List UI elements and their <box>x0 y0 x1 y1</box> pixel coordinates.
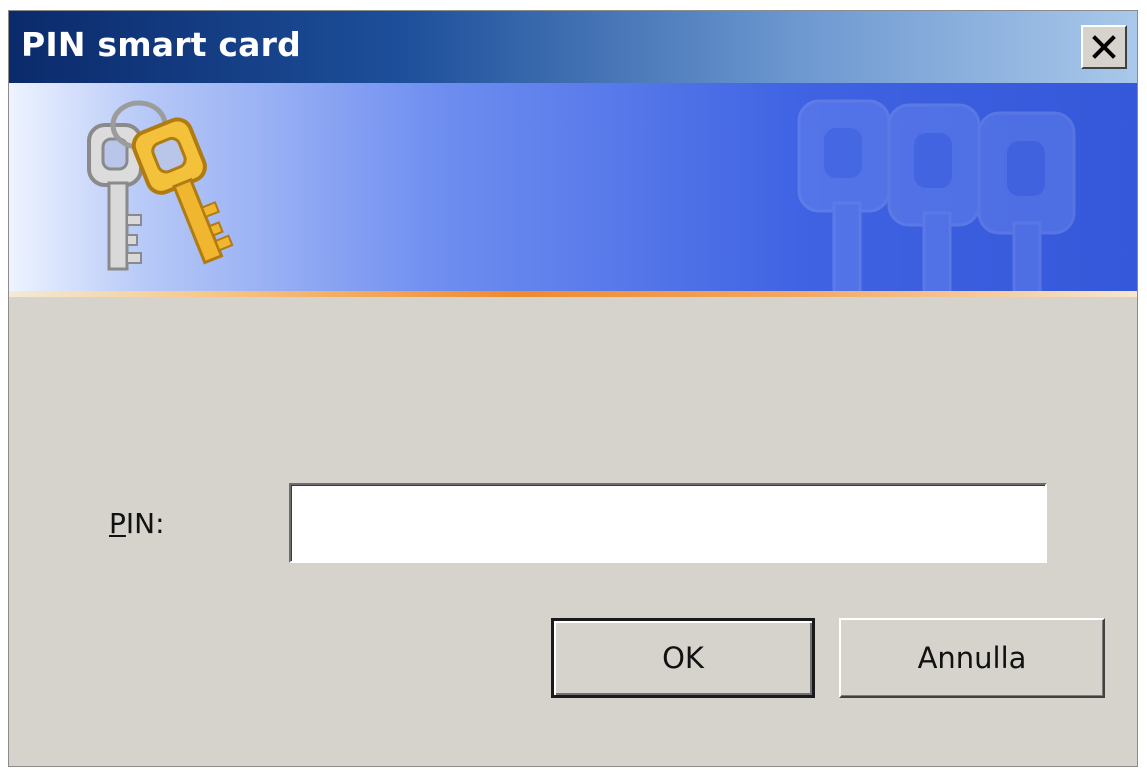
keys-watermark-icon <box>797 99 1076 291</box>
window-title: PIN smart card <box>21 25 301 64</box>
banner-stripe <box>9 291 1137 297</box>
pin-label-accelerator: P <box>109 507 126 540</box>
pin-dialog: PIN smart card PIN: OK Annulla <box>8 10 1138 767</box>
ok-button[interactable]: OK <box>551 618 815 698</box>
title-bar: PIN smart card <box>9 11 1137 83</box>
keys-icon <box>87 100 234 271</box>
pin-label: PIN: <box>109 507 165 540</box>
pin-label-text: IN: <box>125 507 165 540</box>
header-banner <box>9 83 1137 291</box>
close-icon <box>1092 35 1116 59</box>
close-button[interactable] <box>1081 25 1127 69</box>
pin-input[interactable] <box>289 483 1047 563</box>
cancel-button[interactable]: Annulla <box>839 618 1105 698</box>
